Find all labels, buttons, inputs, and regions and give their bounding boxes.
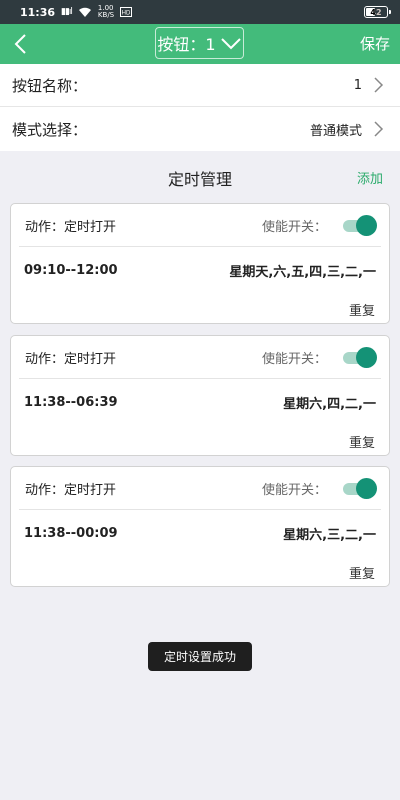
timer-days: 星期六,三,二,一	[283, 527, 376, 543]
enable-switch-label: 使能开关：	[261, 351, 327, 367]
title-bar: 按钮：1 保存	[0, 24, 400, 64]
divider	[19, 378, 381, 379]
timer-days: 星期天,六,五,四,三,二,一	[229, 264, 376, 280]
timer-time-range: 11:38--00:09	[24, 525, 118, 541]
button-name-value: 1	[353, 77, 362, 93]
wifi-icon	[78, 7, 91, 17]
timer-repeat: 重复	[348, 567, 375, 582]
mode-select-label: 模式选择：	[12, 120, 88, 139]
back-button[interactable]	[0, 24, 40, 64]
battery-icon: 42	[364, 6, 391, 18]
timer-repeat: 重复	[348, 436, 375, 451]
divider	[19, 246, 381, 247]
add-timer-button[interactable]: 添加	[357, 168, 383, 187]
mode-select-row[interactable]: 模式选择： 普通模式	[0, 107, 400, 151]
enable-switch-label: 使能开关：	[261, 482, 327, 498]
signal-icon: ▮▮ıl	[61, 7, 73, 17]
section-title: 定时管理	[167, 170, 232, 189]
divider	[19, 509, 381, 510]
status-time: 11:36	[20, 5, 56, 19]
chevron-down-icon	[220, 37, 241, 49]
enable-toggle[interactable]	[343, 478, 377, 499]
timer-card[interactable]: 动作：定时打开 使能开关： 11:38--06:39 星期六,四,二,一 重复	[10, 335, 390, 456]
svg-text:HD: HD	[122, 11, 131, 17]
timer-days: 星期六,四,二,一	[283, 396, 376, 412]
back-arrow-icon	[14, 34, 26, 54]
chevron-right-icon	[374, 121, 384, 137]
timer-time-range: 09:10--12:00	[24, 262, 118, 278]
toast-message: 定时设置成功	[148, 642, 252, 671]
enable-toggle[interactable]	[343, 215, 377, 236]
status-bar: 11:36 ▮▮ıl 1.00 KB/S HD 42	[0, 0, 400, 24]
save-button[interactable]: 保存	[360, 24, 390, 64]
button-name-label: 按钮名称：	[12, 76, 88, 95]
hd-icon: HD	[120, 7, 133, 17]
button-selector-dropdown[interactable]: 按钮：1	[155, 27, 244, 59]
timer-card[interactable]: 动作：定时打开 使能开关： 09:10--12:00 星期天,六,五,四,三,二…	[10, 203, 390, 324]
timer-repeat: 重复	[348, 304, 375, 319]
button-selector-label: 按钮：1	[157, 35, 216, 54]
enable-switch-label: 使能开关：	[261, 219, 327, 235]
battery-level: 42	[370, 7, 382, 17]
enable-toggle[interactable]	[343, 347, 377, 368]
button-name-row[interactable]: 按钮名称： 1	[0, 64, 400, 107]
timer-action: 动作：定时打开	[25, 219, 117, 235]
chevron-right-icon	[374, 77, 384, 93]
network-speed: 1.00 KB/S	[97, 4, 115, 19]
timer-action: 动作：定时打开	[25, 482, 117, 498]
timer-time-range: 11:38--06:39	[24, 394, 118, 410]
timer-card[interactable]: 动作：定时打开 使能开关： 11:38--00:09 星期六,三,二,一 重复	[10, 466, 390, 587]
timer-action: 动作：定时打开	[25, 351, 117, 367]
mode-select-value: 普通模式	[309, 123, 362, 139]
